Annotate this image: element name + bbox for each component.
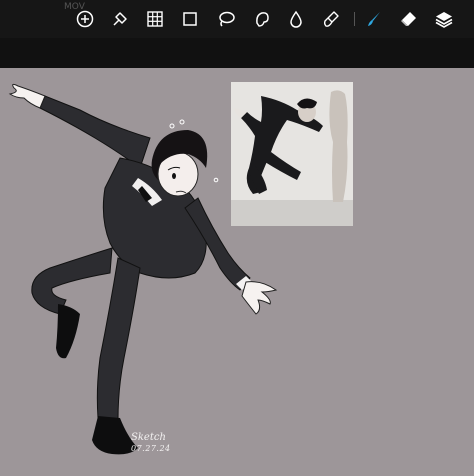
figure-shoe-raised	[56, 304, 80, 359]
add-icon	[76, 10, 94, 28]
adjustments-button[interactable]	[107, 6, 133, 32]
figure-raised-hand	[8, 83, 46, 109]
eraser-button[interactable]	[396, 6, 422, 32]
artist-signature: Sketch 07.27.24	[131, 432, 171, 454]
eraser-icon	[401, 12, 416, 26]
smudge-button[interactable]	[249, 6, 275, 32]
selection-button[interactable]	[177, 6, 203, 32]
figure-sweat-mark	[169, 123, 175, 129]
toolbar-divider	[354, 12, 355, 26]
adjust-icon	[113, 12, 127, 26]
signature-name: Sketch	[131, 432, 166, 443]
figure-sweat-mark	[179, 119, 185, 125]
grid-button[interactable]	[142, 6, 168, 32]
liquify-icon	[290, 10, 302, 28]
figure-right-hand	[241, 281, 278, 315]
brush-icon	[368, 12, 380, 26]
figure-bent-leg	[31, 247, 113, 315]
signature-date: 07.27.24	[131, 444, 171, 453]
lasso-button[interactable]	[213, 6, 239, 32]
gear-icon	[323, 11, 339, 27]
liquify-button[interactable]	[283, 6, 309, 32]
smudge-icon	[256, 12, 269, 27]
selection-rect-icon	[183, 12, 197, 26]
figure-left-arm	[39, 95, 151, 169]
figure-standing-leg	[96, 257, 141, 421]
canvas-header-strip: MOV	[0, 2, 474, 68]
layers-button[interactable]	[431, 6, 457, 32]
brush-button[interactable]	[361, 6, 387, 32]
faded-label: MOV	[64, 2, 85, 12]
lasso-icon	[219, 11, 235, 27]
drawing-canvas[interactable]: Sketch 07.27.24	[0, 68, 474, 476]
figure-sweat-mark	[213, 177, 219, 183]
reference-photo	[231, 82, 353, 226]
layers-icon	[435, 12, 453, 28]
figure-eye	[172, 173, 176, 179]
grid-icon	[147, 11, 163, 27]
settings-button[interactable]	[318, 6, 344, 32]
reference-photo-image	[231, 82, 353, 226]
